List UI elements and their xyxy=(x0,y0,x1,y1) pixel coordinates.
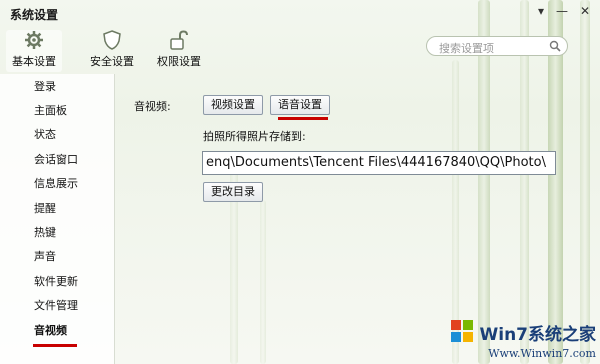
sidebar-item-file-management[interactable]: 文件管理 xyxy=(0,295,112,317)
change-directory-button[interactable]: 更改目录 xyxy=(203,182,263,202)
sidebar-item-reminders[interactable]: 提醒 xyxy=(0,198,112,220)
gear-icon xyxy=(6,30,62,50)
search-placeholder: 搜索设置项 xyxy=(439,42,494,55)
tab-label: 权限设置 xyxy=(157,55,201,68)
windows-logo-icon xyxy=(449,318,475,347)
close-button[interactable]: ✕ xyxy=(580,4,590,18)
sidebar-item-software-update[interactable]: 软件更新 xyxy=(0,271,112,293)
tab-basic-settings[interactable]: 基本设置 xyxy=(6,30,62,72)
sidebar-item-sound[interactable]: 声音 xyxy=(0,246,112,268)
sidebar-item-main-panel[interactable]: 主面板 xyxy=(0,100,112,122)
sidebar-item-hotkeys[interactable]: 热键 xyxy=(0,222,112,244)
video-settings-button[interactable]: 视频设置 xyxy=(203,95,263,115)
photo-path-field[interactable]: enq\Documents\Tencent Files\444167840\QQ… xyxy=(202,151,556,175)
search-icon[interactable] xyxy=(549,40,561,55)
photo-storage-label: 拍照所得照片存储到: xyxy=(203,130,306,143)
settings-window: 系统设置 ▾ — ✕ 基本设置 安全设置 权限设置 搜索设置项 登录 主面板 状… xyxy=(0,0,600,364)
search-input[interactable]: 搜索设置项 xyxy=(426,36,568,56)
shield-icon xyxy=(84,30,140,50)
window-title: 系统设置 xyxy=(10,8,59,22)
watermark-url: Www.Winwin7.com xyxy=(488,347,596,360)
sidebar-item-audio-video[interactable]: 音视频 xyxy=(0,320,112,342)
sidebar-item-status[interactable]: 状态 xyxy=(0,124,112,146)
unlock-icon xyxy=(148,30,210,50)
tab-label: 基本设置 xyxy=(12,55,56,68)
watermark-brand: Win7系统之家 xyxy=(479,325,596,345)
minimize-button[interactable]: — xyxy=(556,4,568,18)
section-label: 音视频: xyxy=(134,100,171,113)
tab-label: 安全设置 xyxy=(90,55,134,68)
sidebar-item-chat-window[interactable]: 会话窗口 xyxy=(0,149,112,171)
audio-settings-button[interactable]: 语音设置 xyxy=(270,95,330,115)
selected-underline xyxy=(33,344,77,347)
watermark: Win7系统之家 Www.Winwin7.com xyxy=(449,318,596,360)
tab-security-settings[interactable]: 安全设置 xyxy=(84,30,140,69)
audio-button-underline xyxy=(278,117,328,120)
sidebar-item-info-display[interactable]: 信息展示 xyxy=(0,173,112,195)
sidebar-item-login[interactable]: 登录 xyxy=(0,76,112,98)
tab-permission-settings[interactable]: 权限设置 xyxy=(148,30,210,69)
menu-dropdown-button[interactable]: ▾ xyxy=(538,4,544,18)
settings-sidebar: 登录 主面板 状态 会话窗口 信息展示 提醒 热键 声音 软件更新 文件管理 音… xyxy=(0,74,115,364)
